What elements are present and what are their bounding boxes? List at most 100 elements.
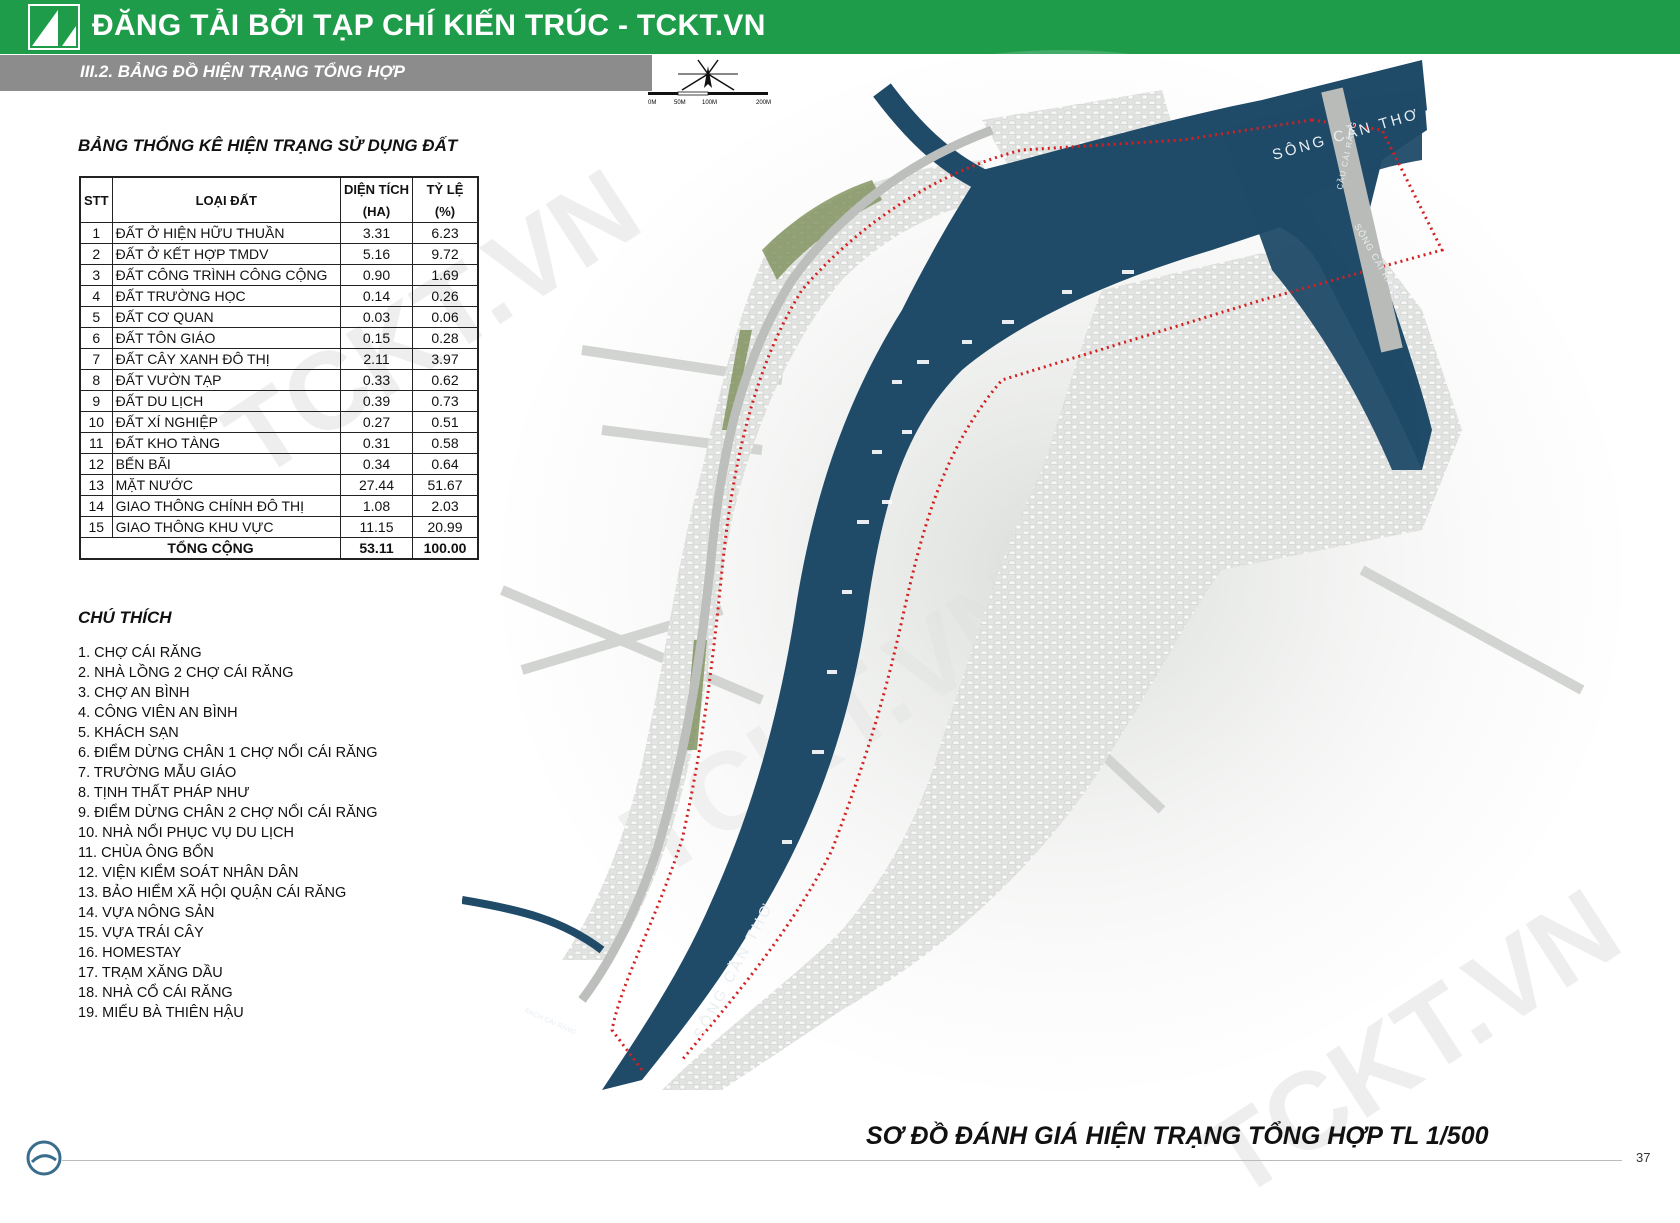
- col-area: DIỆN TÍCH: [340, 176, 413, 200]
- legend-item: 13. BẢO HIỂM XÃ HỘI QUẬN CÁI RĂNG: [78, 885, 347, 901]
- legend-item: 19. MIẾU BÀ THIÊN HẬU: [78, 1005, 244, 1021]
- scale-bar: 0M 50M 100M 200M: [648, 91, 771, 106]
- legend-item: 9. ĐIỂM DỪNG CHÂN 2 CHỢ NỔI CÁI RĂNG: [78, 805, 378, 821]
- table-row: 9 ĐẤT DU LỊCH 0.39 0.73: [79, 390, 479, 412]
- cell-stt: 11: [79, 432, 113, 454]
- cell-area: 5.16: [340, 243, 413, 265]
- scale-label-3: 200M: [756, 100, 771, 106]
- footer-divider: [62, 1160, 1622, 1161]
- total-label: TỔNG CỘNG: [79, 537, 341, 560]
- cell-stt: 15: [79, 516, 113, 538]
- table-total-row: TỔNG CỘNG 53.11 100.00: [79, 537, 479, 560]
- scale-label-0: 0M: [648, 100, 656, 106]
- banner-title: ĐĂNG TẢI BỞI TẠP CHÍ KIẾN TRÚC - TCKT.VN: [92, 9, 766, 42]
- table-row: 14 GIAO THÔNG CHÍNH ĐÔ THỊ 1.08 2.03: [79, 495, 479, 517]
- cell-type: ĐẤT TÔN GIÁO: [111, 327, 342, 349]
- cell-type: ĐẤT CÂY XANH ĐÔ THỊ: [111, 348, 342, 370]
- cell-type: ĐẤT Ở KẾT HỢP TMDV: [111, 243, 342, 265]
- tckt-logo-icon: [28, 4, 80, 50]
- section-title: III.2. BẢNG ĐỒ HIỆN TRẠNG TỔNG HỢP: [80, 62, 405, 81]
- legend-item: 14. VỰA NÔNG SẢN: [78, 905, 215, 921]
- cell-stt: 1: [79, 222, 113, 244]
- table-row: 8 ĐẤT VƯỜN TẠP 0.33 0.62: [79, 369, 479, 391]
- cell-stt: 3: [79, 264, 113, 286]
- table-row: 5 ĐẤT CƠ QUAN 0.03 0.06: [79, 306, 479, 328]
- cell-area: 1.08: [340, 495, 413, 517]
- table-row: 6 ĐẤT TÔN GIÁO 0.15 0.28: [79, 327, 479, 349]
- footer-logo-icon: [26, 1140, 62, 1176]
- table-row: 3 ĐẤT CÔNG TRÌNH CÔNG CỘNG 0.90 1.69: [79, 264, 479, 286]
- map-title: SƠ ĐỒ ĐÁNH GIÁ HIỆN TRẠNG TỔNG HỢP TL 1/…: [866, 1122, 1489, 1150]
- legend-item: 16. HOMESTAY: [78, 945, 182, 961]
- cell-stt: 2: [79, 243, 113, 265]
- table-row: 11 ĐẤT KHO TÀNG 0.31 0.58: [79, 432, 479, 454]
- col-area-unit: (HA): [340, 200, 413, 223]
- cell-stt: 13: [79, 474, 113, 496]
- cell-area: 11.15: [340, 516, 413, 538]
- cell-stt: 5: [79, 306, 113, 328]
- cell-area: 0.34: [340, 453, 413, 475]
- table-row: 15 GIAO THÔNG KHU VỰC 11.15 20.99: [79, 516, 479, 538]
- legend-item: 2. NHÀ LỒNG 2 CHỢ CÁI RĂNG: [78, 665, 294, 681]
- cell-area: 0.33: [340, 369, 413, 391]
- cell-type: BẾN BÃI: [111, 453, 342, 475]
- page-number: 37: [1636, 1150, 1651, 1165]
- cell-type: GIAO THÔNG CHÍNH ĐÔ THỊ: [111, 495, 342, 517]
- cell-type: ĐẤT Ở HIỆN HỮU THUẦN: [111, 222, 342, 244]
- legend-item: 17. TRẠM XĂNG DẦU: [78, 965, 223, 981]
- legend-item: 5. KHÁCH SẠN: [78, 725, 179, 741]
- cell-area: 0.15: [340, 327, 413, 349]
- scale-label-2: 100M: [702, 100, 717, 106]
- cell-stt: 8: [79, 369, 113, 391]
- cell-area: 0.27: [340, 411, 413, 433]
- table-row: 7 ĐẤT CÂY XANH ĐÔ THỊ 2.11 3.97: [79, 348, 479, 370]
- cell-area: 27.44: [340, 474, 413, 496]
- legend-item: 15. VỰA TRÁI CÂY: [78, 925, 204, 941]
- cell-area: 0.31: [340, 432, 413, 454]
- legend-title: CHÚ THÍCH: [78, 608, 172, 627]
- legend-item: 6. ĐIỂM DỪNG CHÂN 1 CHỢ NỔI CÁI RĂNG: [78, 745, 378, 761]
- total-area: 53.11: [340, 537, 413, 560]
- cell-type: ĐẤT TRƯỜNG HỌC: [111, 285, 342, 307]
- legend-item: 10. NHÀ NỔI PHỤC VỤ DU LỊCH: [78, 825, 294, 841]
- cell-stt: 4: [79, 285, 113, 307]
- cell-area: 3.31: [340, 222, 413, 244]
- label-canal: RẠCH CÁI RĂNG: [523, 1006, 577, 1037]
- cell-stt: 7: [79, 348, 113, 370]
- table-row: 10 ĐẤT XÍ NGHIỆP 0.27 0.51: [79, 411, 479, 433]
- legend-list: 1. CHỢ CÁI RĂNG 2. NHÀ LỒNG 2 CHỢ CÁI RĂN…: [78, 643, 378, 1023]
- scale-label-1: 50M: [674, 100, 686, 106]
- site-map: 0M 50M 100M 200M SÔNG CẦN THƠ SÔNG CẦN T…: [462, 50, 1622, 1090]
- legend-item: 18. NHÀ CỔ CÁI RĂNG: [78, 985, 233, 1001]
- cell-area: 0.39: [340, 390, 413, 412]
- cell-stt: 6: [79, 327, 113, 349]
- cell-type: ĐẤT DU LỊCH: [111, 390, 342, 412]
- cell-stt: 14: [79, 495, 113, 517]
- stats-table-title: BẢNG THỐNG KÊ HIỆN TRẠNG SỬ DỤNG ĐẤT: [78, 136, 458, 155]
- legend-item: 8. TỊNH THẤT PHÁP NHƯ: [78, 785, 250, 801]
- cell-stt: 10: [79, 411, 113, 433]
- cell-area: 0.03: [340, 306, 413, 328]
- legend-item: 1. CHỢ CÁI RĂNG: [78, 645, 202, 661]
- table-row: 2 ĐẤT Ở KẾT HỢP TMDV 5.16 9.72: [79, 243, 479, 265]
- col-stt: STT: [79, 176, 113, 223]
- land-use-table: STT LOẠI ĐẤT DIỆN TÍCH TỶ LỆ (HA) (%) 1Đ…: [79, 176, 479, 560]
- cell-type: ĐẤT XÍ NGHIỆP: [111, 411, 342, 433]
- table-row: 12 BẾN BÃI 0.34 0.64: [79, 453, 479, 475]
- legend-item: 3. CHỢ AN BÌNH: [78, 685, 190, 701]
- table-row: 1 ĐẤT Ở HIỆN HỮU THUẦN 3.31 6.23: [79, 222, 479, 244]
- cell-stt: 9: [79, 390, 113, 412]
- legend-item: 7. TRƯỜNG MẪU GIÁO: [78, 765, 237, 781]
- cell-type: MẶT NƯỚC: [111, 474, 342, 496]
- cell-type: GIAO THÔNG KHU VỰC: [111, 516, 342, 538]
- cell-type: ĐẤT CÔNG TRÌNH CÔNG CỘNG: [111, 264, 342, 286]
- col-type: LOẠI ĐẤT: [111, 176, 342, 223]
- table-row: 4 ĐẤT TRƯỜNG HỌC 0.14 0.26: [79, 285, 479, 307]
- cell-type: ĐẤT CƠ QUAN: [111, 306, 342, 328]
- legend-item: 11. CHÙA ÔNG BỔN: [78, 845, 214, 861]
- cell-type: ĐẤT KHO TÀNG: [111, 432, 342, 454]
- north-arrow-icon: [678, 59, 738, 91]
- cell-area: 0.90: [340, 264, 413, 286]
- legend-item: 4. CÔNG VIÊN AN BÌNH: [78, 705, 238, 721]
- cell-area: 0.14: [340, 285, 413, 307]
